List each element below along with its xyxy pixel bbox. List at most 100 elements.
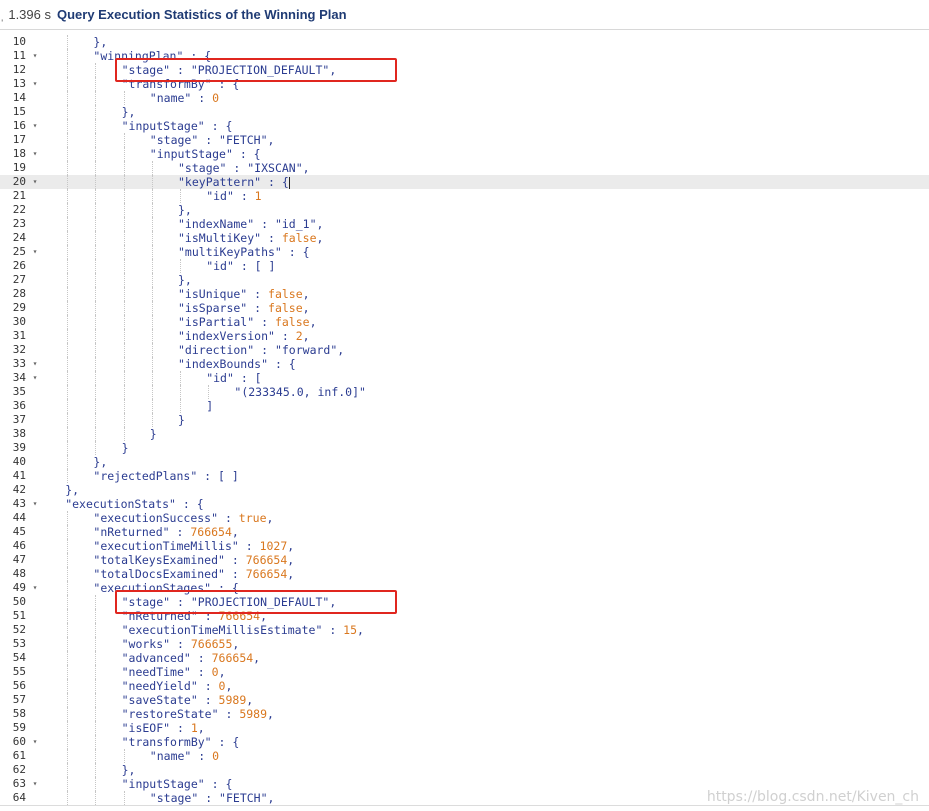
code-line-48[interactable]: 48 "totalDocsExamined" : 766654, bbox=[0, 567, 929, 581]
fold-toggle-icon[interactable]: ▾ bbox=[30, 119, 40, 133]
indent-guide bbox=[123, 427, 125, 441]
indent-guide bbox=[123, 301, 125, 315]
indent-guide bbox=[95, 707, 97, 721]
code-line-40[interactable]: 40}, bbox=[0, 455, 929, 469]
code-line-54[interactable]: 54 "advanced" : 766654, bbox=[0, 651, 929, 665]
indent-guide bbox=[95, 119, 97, 133]
code-line-30[interactable]: 30 "isPartial" : false, bbox=[0, 315, 929, 329]
code-line-53[interactable]: 53 "works" : 766655, bbox=[0, 637, 929, 651]
code-line-56[interactable]: 56 "needYield" : 0, bbox=[0, 679, 929, 693]
code-line-35[interactable]: 35 "(233345.0, inf.0]" bbox=[0, 385, 929, 399]
code-line-14[interactable]: 14 "name" : 0 bbox=[0, 91, 929, 105]
code-line-23[interactable]: 23 "indexName" : "id_1", bbox=[0, 217, 929, 231]
line-number: 59 bbox=[12, 721, 26, 734]
json-string: "IXSCAN" bbox=[247, 161, 303, 175]
code-line-34[interactable]: 34 ▾ "id" : [ bbox=[0, 371, 929, 385]
fold-toggle-icon[interactable]: ▾ bbox=[30, 357, 40, 371]
code-line-15[interactable]: 15}, bbox=[0, 105, 929, 119]
code-line-59[interactable]: 59 "isEOF" : 1, bbox=[0, 721, 929, 735]
line-number: 60 bbox=[12, 735, 26, 748]
code-line-33[interactable]: 33 ▾ "indexBounds" : { bbox=[0, 357, 929, 371]
indent-guide bbox=[67, 413, 69, 427]
indent-guide bbox=[151, 357, 153, 371]
code-line-38[interactable]: 38} bbox=[0, 427, 929, 441]
code-line-16[interactable]: 16 ▾ "inputStage" : { bbox=[0, 119, 929, 133]
fold-toggle-icon[interactable]: ▾ bbox=[30, 147, 40, 161]
indent-guide bbox=[95, 427, 97, 441]
fold-toggle-icon[interactable]: ▾ bbox=[30, 175, 40, 189]
indent-guide bbox=[151, 385, 153, 399]
json-key: "isSparse" bbox=[178, 301, 248, 315]
json-key: "isPartial" bbox=[178, 315, 255, 329]
json-key: "stage" bbox=[178, 161, 227, 175]
indent-guide bbox=[67, 147, 69, 161]
code-line-27[interactable]: 27}, bbox=[0, 273, 929, 287]
code-text: "isPartial" : false, bbox=[178, 315, 317, 329]
code-line-57[interactable]: 57 "saveState" : 5989, bbox=[0, 693, 929, 707]
code-line-37[interactable]: 37} bbox=[0, 413, 929, 427]
fold-toggle-icon[interactable]: ▾ bbox=[30, 735, 40, 749]
code-line-20[interactable]: 20 ▾ "keyPattern" : { bbox=[0, 175, 929, 189]
code-text: "direction" : "forward", bbox=[178, 343, 344, 357]
code-line-47[interactable]: 47 "totalKeysExamined" : 766654, bbox=[0, 553, 929, 567]
json-key: "direction" bbox=[178, 343, 255, 357]
header-prefix: ˌ bbox=[0, 7, 5, 22]
indent-guide bbox=[123, 315, 125, 329]
code-line-52[interactable]: 52 "executionTimeMillisEstimate" : 15, bbox=[0, 623, 929, 637]
code-line-24[interactable]: 24 "isMultiKey" : false, bbox=[0, 231, 929, 245]
code-line-55[interactable]: 55 "needTime" : 0, bbox=[0, 665, 929, 679]
code-line-61[interactable]: 61 "name" : 0 bbox=[0, 749, 929, 763]
json-punctuation: : bbox=[233, 189, 255, 203]
code-line-28[interactable]: 28 "isUnique" : false, bbox=[0, 287, 929, 301]
json-punctuation: }, bbox=[178, 273, 192, 287]
code-line-22[interactable]: 22}, bbox=[0, 203, 929, 217]
code-line-21[interactable]: 21 "id" : 1 bbox=[0, 189, 929, 203]
code-line-58[interactable]: 58 "restoreState" : 5989, bbox=[0, 707, 929, 721]
indent-guide bbox=[95, 287, 97, 301]
fold-toggle-icon[interactable]: ▾ bbox=[30, 581, 40, 595]
code-line-36[interactable]: 36] bbox=[0, 399, 929, 413]
json-key: "needTime" bbox=[121, 665, 191, 679]
code-line-10[interactable]: 10}, bbox=[0, 35, 929, 49]
code-text: "id" : 1 bbox=[206, 189, 261, 203]
json-punctuation: : { bbox=[232, 147, 261, 161]
indent-guide bbox=[123, 371, 125, 385]
indent-guide bbox=[67, 623, 69, 637]
panel-title: Query Execution Statistics of the Winnin… bbox=[57, 7, 347, 22]
json-punctuation: : bbox=[197, 693, 219, 707]
code-line-45[interactable]: 45 "nReturned" : 766654, bbox=[0, 525, 929, 539]
line-number: 40 bbox=[12, 455, 26, 468]
indent-guide bbox=[95, 133, 97, 147]
code-line-46[interactable]: 46 "executionTimeMillis" : 1027, bbox=[0, 539, 929, 553]
fold-toggle-icon[interactable]: ▾ bbox=[30, 371, 40, 385]
code-line-19[interactable]: 19 "stage" : "IXSCAN", bbox=[0, 161, 929, 175]
json-punctuation: , bbox=[302, 329, 310, 343]
indent-guide bbox=[67, 679, 69, 693]
code-line-42[interactable]: 42}, bbox=[0, 483, 929, 497]
code-line-41[interactable]: 41 "rejectedPlans" : [ ] bbox=[0, 469, 929, 483]
code-line-43[interactable]: 43 ▾ "executionStats" : { bbox=[0, 497, 929, 511]
indent-guide bbox=[151, 189, 153, 203]
indent-guide bbox=[67, 455, 69, 469]
code-line-26[interactable]: 26 "id" : [ ] bbox=[0, 259, 929, 273]
code-line-32[interactable]: 32 "direction" : "forward", bbox=[0, 343, 929, 357]
json-code-editor[interactable]: 10}, 11 ▾ "winningPlan" : {12 "stage" : "PRO… bbox=[0, 30, 929, 805]
code-line-44[interactable]: 44 "executionSuccess" : true, bbox=[0, 511, 929, 525]
json-punctuation: : bbox=[247, 287, 269, 301]
code-line-62[interactable]: 62}, bbox=[0, 763, 929, 777]
line-number: 64 bbox=[12, 791, 26, 804]
code-line-39[interactable]: 39} bbox=[0, 441, 929, 455]
fold-toggle-icon[interactable]: ▾ bbox=[30, 497, 40, 511]
highlight-box-execution-stages-stage bbox=[114, 590, 397, 614]
code-line-17[interactable]: 17 "stage" : "FETCH", bbox=[0, 133, 929, 147]
fold-toggle-icon[interactable]: ▾ bbox=[30, 49, 40, 63]
indent-guide bbox=[67, 581, 69, 595]
fold-toggle-icon[interactable]: ▾ bbox=[30, 777, 40, 791]
code-line-29[interactable]: 29 "isSparse" : false, bbox=[0, 301, 929, 315]
code-line-25[interactable]: 25 ▾ "multiKeyPaths" : { bbox=[0, 245, 929, 259]
fold-toggle-icon[interactable]: ▾ bbox=[30, 245, 40, 259]
fold-toggle-icon[interactable]: ▾ bbox=[30, 77, 40, 91]
code-line-31[interactable]: 31 "indexVersion" : 2, bbox=[0, 329, 929, 343]
code-line-60[interactable]: 60 ▾ "transformBy" : { bbox=[0, 735, 929, 749]
code-line-18[interactable]: 18 ▾ "inputStage" : { bbox=[0, 147, 929, 161]
